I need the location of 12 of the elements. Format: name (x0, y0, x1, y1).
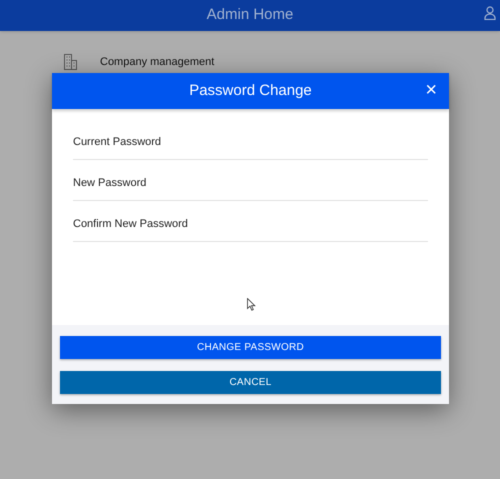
cancel-button[interactable]: CANCEL (60, 371, 441, 394)
menu-item[interactable]: Company management (100, 54, 214, 70)
change-password-button[interactable]: CHANGE PASSWORD (60, 336, 441, 359)
building-icon (63, 54, 78, 70)
user-icon[interactable] (484, 6, 496, 20)
password-field[interactable]: Confirm New Password (73, 201, 428, 242)
app-title: Admin Home (206, 5, 294, 26)
close-button[interactable]: × (425, 80, 437, 100)
password-field[interactable]: Current Password (73, 119, 428, 160)
dialog-title: Password Change (189, 80, 312, 101)
password-field[interactable]: New Password (73, 160, 428, 201)
cursor-icon (247, 298, 256, 311)
